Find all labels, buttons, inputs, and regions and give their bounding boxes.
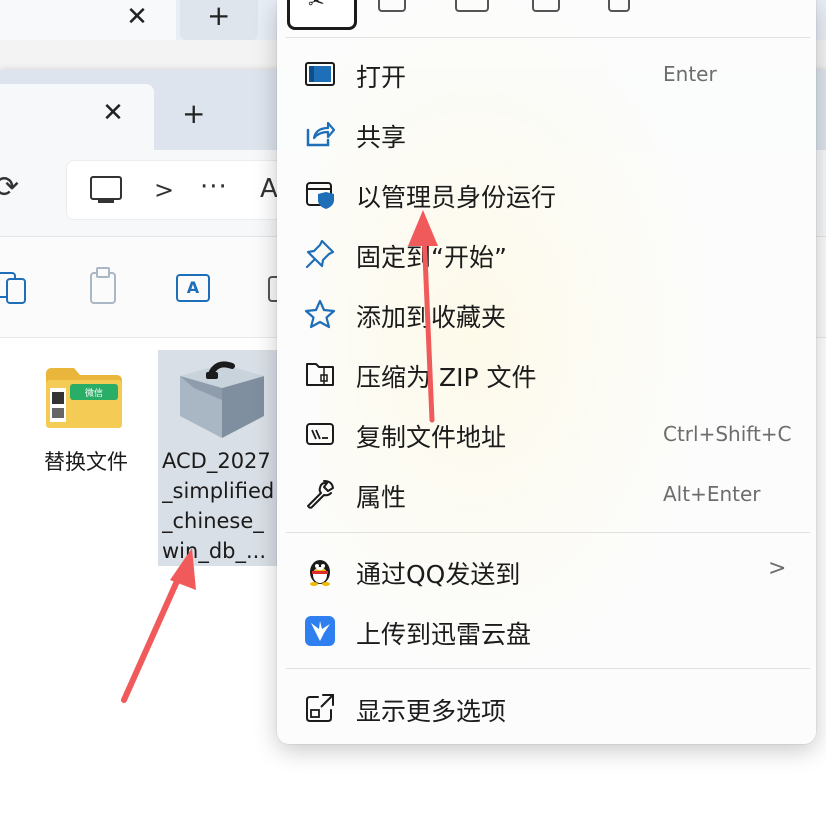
- menu-item-label: 显示更多选项: [356, 697, 507, 726]
- menu-item-label: 压缩为 ZIP 文件: [356, 363, 537, 392]
- menu-separator: [286, 37, 810, 38]
- menu-item-label: 上传到迅雷云盘: [356, 620, 532, 649]
- menu-item-label: 共享: [356, 123, 407, 152]
- tab-close-icon[interactable]: ✕: [98, 98, 128, 128]
- rename-icon[interactable]: A: [176, 274, 210, 302]
- file-label[interactable]: ACD_2027 _simplified _chinese_ win_db_..…: [162, 446, 280, 566]
- menu-item-shortcut: Alt+Enter: [663, 482, 761, 506]
- paste-icon-clip: [96, 267, 110, 278]
- rename-quick-action-icon[interactable]: [455, 0, 489, 12]
- breadcrumb-separator[interactable]: >: [154, 176, 174, 204]
- menu-item-label: 复制文件地址: [356, 423, 507, 452]
- delete-quick-action-icon[interactable]: [608, 0, 630, 12]
- menu-item-label: 通过QQ发送到: [356, 560, 521, 589]
- new-tab-button[interactable]: +: [182, 97, 205, 130]
- share-icon: [304, 118, 336, 150]
- menu-item-label: 固定到“开始”: [356, 243, 507, 272]
- menu-item-label: 打开: [356, 63, 407, 92]
- open-window-icon: [304, 58, 336, 90]
- wechat-folder-icon[interactable]: 微信: [44, 366, 124, 430]
- menu-item-shortcut: Ctrl+Shift+C: [663, 422, 792, 446]
- menu-item-label: 以管理员身份运行: [356, 183, 557, 212]
- installer-box-icon[interactable]: [176, 358, 268, 440]
- file-label[interactable]: 替换文件: [30, 446, 142, 476]
- copy-icon-front: [6, 278, 26, 304]
- this-pc-icon-stand: [98, 200, 114, 203]
- qq-penguin-icon: [304, 555, 336, 587]
- wrench-icon: [304, 478, 336, 510]
- background-tab-close-icon[interactable]: ✕: [122, 2, 152, 32]
- share-quick-action-icon[interactable]: [532, 0, 560, 12]
- breadcrumb-more-button[interactable]: ···: [200, 172, 228, 202]
- background-new-tab-button[interactable]: +: [180, 0, 258, 40]
- this-pc-icon[interactable]: [90, 176, 122, 200]
- breadcrumb-segment[interactable]: A: [260, 174, 278, 204]
- run-as-admin-shield-icon: [304, 178, 336, 210]
- show-more-options-icon: [304, 692, 336, 724]
- cut-quick-action-button[interactable]: ✂: [287, 0, 357, 30]
- scissors-icon: ✂: [308, 0, 325, 13]
- copy-quick-action-icon[interactable]: [378, 0, 406, 12]
- zip-folder-icon: [304, 358, 336, 390]
- pin-icon: [304, 238, 336, 270]
- explorer-tab-active[interactable]: [0, 84, 154, 150]
- xunlei-bird-icon: [304, 615, 336, 647]
- copy-path-icon: [304, 418, 336, 450]
- menu-separator: [286, 532, 810, 533]
- submenu-chevron-icon: >: [768, 556, 787, 581]
- menu-item-label: 添加到收藏夹: [356, 303, 507, 332]
- plus-icon: +: [207, 0, 231, 32]
- menu-separator: [286, 668, 810, 669]
- refresh-icon[interactable]: ⟳: [0, 170, 19, 205]
- menu-item-label: 属性: [356, 483, 407, 512]
- menu-item-shortcut: Enter: [663, 62, 717, 86]
- svg-text:微信: 微信: [85, 387, 103, 399]
- star-icon: [304, 298, 336, 330]
